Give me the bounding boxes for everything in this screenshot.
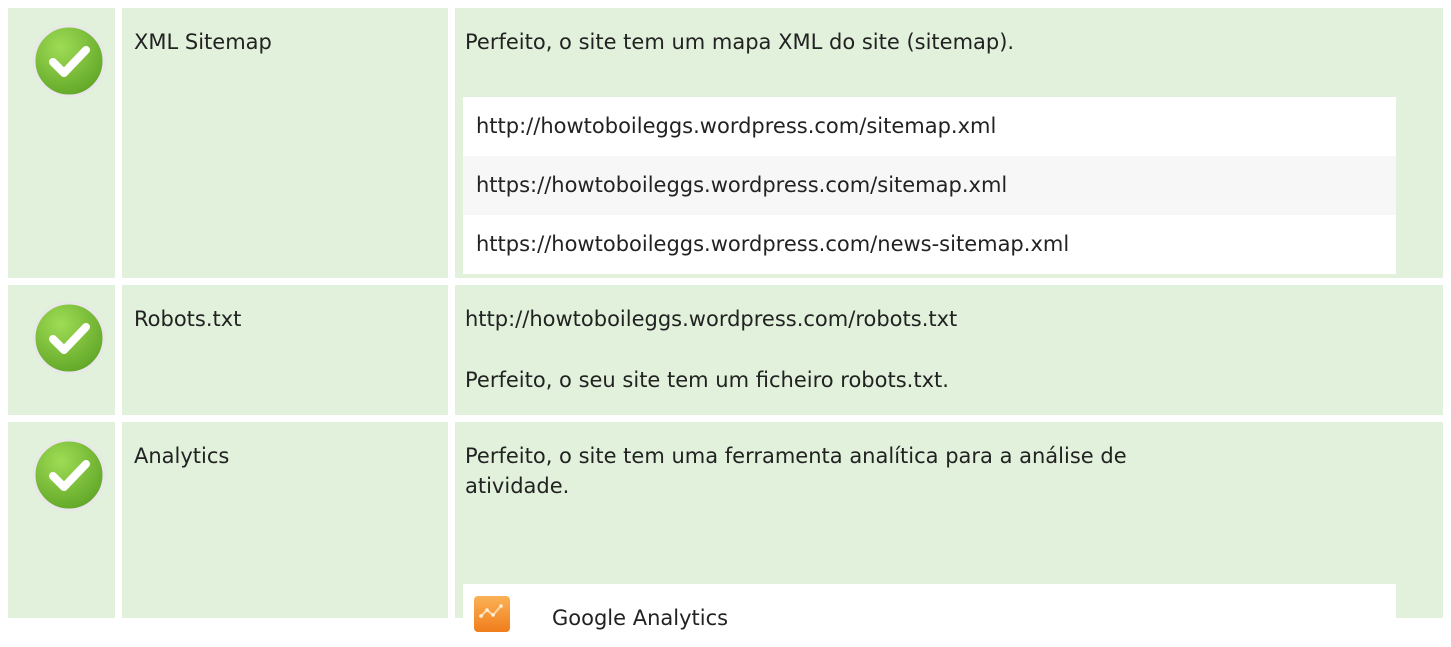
check-name: Robots.txt [134, 307, 242, 331]
analytics-tool-item: Google Analytics [463, 584, 1396, 647]
check-result-cell: Perfeito, o site tem uma ferramenta anal… [455, 422, 1443, 647]
analytics-row: Analytics Perfeito, o site tem uma ferra… [0, 422, 1451, 647]
result-description: Perfeito, o seu site tem um ficheiro rob… [465, 368, 949, 392]
status-cell [8, 422, 115, 618]
sitemap-row: XML Sitemap Perfeito, o site tem um mapa… [0, 8, 1451, 278]
sitemap-url-list: http://howtoboileggs.wordpress.com/sitem… [463, 97, 1396, 274]
check-name-cell: Robots.txt [122, 285, 448, 415]
sitemap-url: http://howtoboileggs.wordpress.com/sitem… [463, 97, 1396, 156]
check-name: Analytics [134, 444, 230, 468]
analytics-tool-name: Google Analytics [552, 606, 729, 630]
check-name-cell: Analytics [122, 422, 448, 618]
check-name: XML Sitemap [134, 30, 272, 54]
status-cell [8, 8, 115, 278]
check-name-cell: XML Sitemap [122, 8, 448, 278]
robots-url: http://howtoboileggs.wordpress.com/robot… [465, 307, 958, 331]
check-circle-icon [32, 24, 106, 98]
sitemap-url: https://howtoboileggs.wordpress.com/news… [463, 215, 1396, 274]
status-cell [8, 285, 115, 415]
result-description: Perfeito, o site tem um mapa XML do site… [465, 30, 1015, 54]
google-analytics-icon [474, 596, 510, 632]
check-result-cell: http://howtoboileggs.wordpress.com/robot… [455, 285, 1443, 415]
sitemap-url: https://howtoboileggs.wordpress.com/site… [463, 156, 1396, 215]
robots-row: Robots.txt http://howtoboileggs.wordpres… [0, 285, 1451, 415]
check-result-cell: Perfeito, o site tem um mapa XML do site… [455, 8, 1443, 278]
result-description: Perfeito, o site tem uma ferramenta anal… [465, 444, 1127, 498]
check-circle-icon [32, 438, 106, 512]
check-circle-icon [32, 301, 106, 375]
